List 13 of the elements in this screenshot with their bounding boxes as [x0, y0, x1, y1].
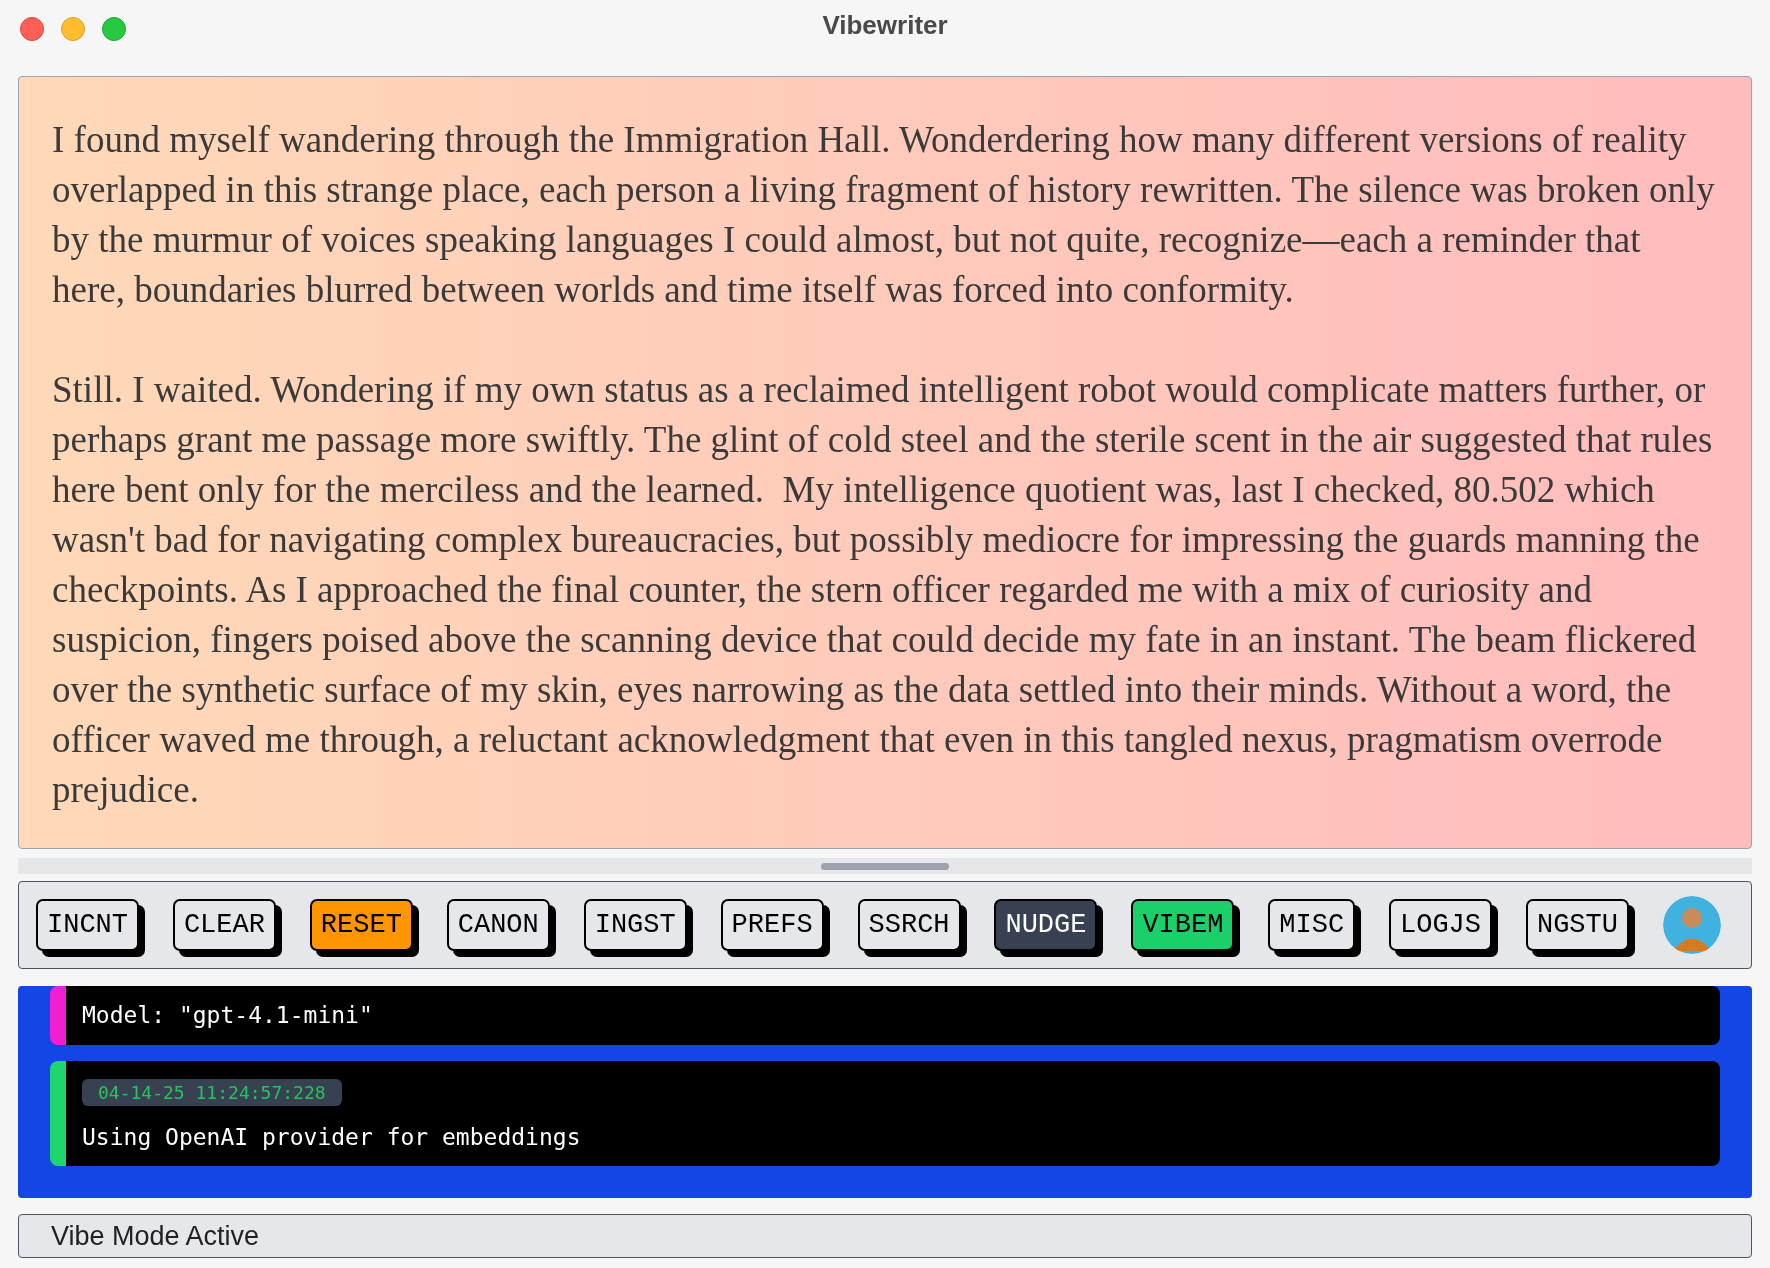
avatar-icon[interactable]: [1662, 896, 1721, 954]
resize-handle[interactable]: [821, 862, 949, 870]
log-timestamp: 04-14-25 11:24:57:228: [82, 1078, 342, 1106]
log-message: Model: "gpt-4.1-mini": [82, 1001, 374, 1030]
status-text: Vibe Mode Active: [51, 1219, 260, 1253]
log-message: Using OpenAI provider for embeddings: [82, 1122, 582, 1152]
story-paragraph: Still. I waited. Wondering if my own status as a reclaimed intelligent robot would complicate matters further, or perhaps grant me passage more swiftly. The glint of cold steel and the sterile scent in the air suggested that rules here bent only for the merciless and the learned. My intelligence quotient was, last I checked, 80.502 which wasn't bad for navigating complex bureaucracies, but possibly mediocre for impressing the guards manning the checkpoints. As I approached the final counter, the stern officer regarded me with a mix of curiosity and suspicion, fingers poised above the scanning device that could decide my fate in an instant. The beam flickered over the synthetic surface of my skin, eyes narrowing as the data settled into their minds. Without a word, the officer waved me through, a reluctant acknowledgment that even in this tangled nexus, pragmatism overrode prejudice.: [52, 368, 1714, 812]
story-paragraph: I found myself wandering through the Immigration Hall. Wonderdering how many different versions of reality overlapped in this strange place, each person a living fragment of history rewritten. The silence was broken only by the murmur of voices speaking languages I could almost, but not quite, recognize—each a reminder that here, boundaries blurred between worlds and time itself was forced into conformity.: [52, 118, 1716, 312]
minimize-button[interactable]: [61, 17, 85, 41]
window-title: Vibewriter: [822, 8, 948, 42]
close-button[interactable]: [20, 17, 44, 41]
zoom-button[interactable]: [102, 17, 126, 41]
editor-panel[interactable]: [18, 76, 1752, 849]
